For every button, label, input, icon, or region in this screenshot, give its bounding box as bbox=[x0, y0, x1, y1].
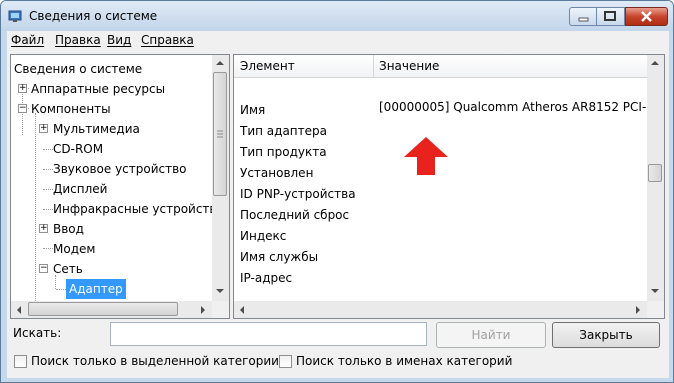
column-header-value[interactable]: Значение bbox=[379, 59, 439, 73]
tree-item-infrared[interactable]: Инфракрасные устройства bbox=[53, 199, 224, 219]
menu-help[interactable]: Справка bbox=[141, 33, 194, 47]
tree-item-sound-device[interactable]: Звуковое устройство bbox=[53, 159, 187, 179]
list-row-adapter-type[interactable]: Тип адаптера bbox=[240, 121, 327, 141]
details-list[interactable]: Элемент Значение Имя [00000005] Qualcomm… bbox=[233, 54, 665, 319]
tree-item-components[interactable]: Компоненты bbox=[31, 99, 111, 119]
tree-item-input[interactable]: Ввод bbox=[53, 219, 84, 239]
tree-scroll-thumb[interactable] bbox=[213, 72, 227, 196]
list-row-pnp-id[interactable]: ID PNP-устройства bbox=[240, 184, 356, 204]
find-button[interactable]: Найти bbox=[436, 322, 546, 348]
list-value-name[interactable]: [00000005] Qualcomm Atheros AR8152 PCI-E… bbox=[379, 100, 647, 114]
close-icon bbox=[641, 11, 652, 22]
scrollbar-corner bbox=[212, 301, 229, 318]
menu-bar: Файл Правка Вид Справка bbox=[7, 31, 669, 51]
scroll-right-arrow-icon[interactable] bbox=[201, 306, 205, 314]
title-bar[interactable]: Сведения о системе bbox=[1, 1, 673, 31]
tree-connector bbox=[56, 289, 66, 290]
tree-hscroll-thumb[interactable] bbox=[28, 302, 178, 316]
tree-vertical-scrollbar[interactable] bbox=[212, 55, 229, 301]
system-info-app-icon bbox=[8, 10, 22, 22]
scroll-down-arrow-icon[interactable] bbox=[651, 289, 659, 293]
grip-icon bbox=[217, 130, 223, 138]
maximize-icon bbox=[604, 11, 616, 21]
tree-item-modem[interactable]: Модем bbox=[53, 239, 95, 259]
search-selected-category-checkbox[interactable] bbox=[14, 355, 27, 368]
main-content: Сведения о системе + Аппаратные ресурсы … bbox=[7, 51, 669, 378]
list-scroll-thumb[interactable] bbox=[648, 164, 662, 182]
scroll-right-arrow-icon[interactable] bbox=[636, 306, 640, 314]
list-row-index[interactable]: Индекс bbox=[240, 226, 286, 246]
tree-item-adapter[interactable]: Адаптер bbox=[66, 279, 126, 299]
search-input[interactable] bbox=[110, 322, 427, 346]
menu-file[interactable]: Файл bbox=[11, 33, 44, 47]
list-row-ip-address[interactable]: IP-адрес bbox=[240, 268, 292, 288]
maximize-button[interactable] bbox=[597, 7, 625, 26]
scroll-left-arrow-icon[interactable] bbox=[240, 306, 244, 314]
list-row-last-reset[interactable]: Последний сброс bbox=[240, 205, 349, 225]
tree-connector bbox=[43, 189, 53, 190]
red-pointer-arrow-icon bbox=[404, 137, 448, 175]
scroll-down-arrow-icon[interactable] bbox=[216, 289, 224, 293]
menu-view[interactable]: Вид bbox=[107, 33, 131, 47]
window-title: Сведения о системе bbox=[29, 9, 158, 23]
search-category-names-label[interactable]: Поиск только в именах категорий bbox=[296, 354, 512, 368]
scrollbar-corner bbox=[647, 301, 664, 318]
tree-expand-plus-icon[interactable]: + bbox=[39, 224, 48, 233]
system-info-window: Сведения о системе Файл Правка Вид Справ… bbox=[0, 0, 674, 383]
tree-item-display[interactable]: Дисплей bbox=[53, 179, 107, 199]
list-header: Элемент Значение bbox=[234, 55, 647, 78]
minimize-icon bbox=[578, 17, 589, 22]
tree-connector bbox=[43, 248, 53, 249]
tree-expand-plus-icon[interactable]: + bbox=[18, 84, 27, 93]
tree-connector bbox=[43, 209, 53, 210]
search-category-names-checkbox[interactable] bbox=[279, 355, 292, 368]
tree-connector bbox=[35, 113, 36, 318]
tree-expand-plus-icon[interactable]: + bbox=[39, 124, 48, 133]
list-row-installed[interactable]: Установлен bbox=[240, 163, 313, 183]
scroll-up-arrow-icon[interactable] bbox=[216, 61, 224, 65]
list-row-product-type[interactable]: Тип продукта bbox=[240, 142, 327, 162]
search-selected-category-label[interactable]: Поиск только в выделенной категории bbox=[31, 354, 279, 368]
list-row-service-name[interactable]: Имя службы bbox=[240, 247, 318, 267]
scroll-up-arrow-icon[interactable] bbox=[651, 61, 659, 65]
search-label: Искать: bbox=[13, 326, 62, 340]
close-button[interactable]: Закрыть bbox=[552, 322, 660, 348]
tree-connector bbox=[43, 169, 53, 170]
tree-item-hardware-resources[interactable]: Аппаратные ресурсы bbox=[31, 79, 165, 99]
tree-item-network[interactable]: Сеть bbox=[53, 259, 83, 279]
menu-edit[interactable]: Правка bbox=[55, 33, 101, 47]
category-tree[interactable]: Сведения о системе + Аппаратные ресурсы … bbox=[10, 54, 230, 319]
tree-horizontal-scrollbar[interactable] bbox=[11, 301, 212, 318]
tree-connector bbox=[43, 149, 53, 150]
list-row-name[interactable]: Имя bbox=[240, 100, 265, 120]
tree-item-multimedia[interactable]: Мультимедиа bbox=[53, 119, 140, 139]
tree-collapse-minus-icon[interactable]: − bbox=[18, 104, 27, 113]
list-vertical-scrollbar[interactable] bbox=[647, 55, 664, 301]
tree-item-cdrom[interactable]: CD-ROM bbox=[53, 139, 103, 159]
close-window-button[interactable] bbox=[625, 7, 668, 26]
minimize-button[interactable] bbox=[569, 7, 597, 26]
column-divider[interactable] bbox=[373, 55, 374, 77]
tree-item-system-summary[interactable]: Сведения о системе bbox=[14, 59, 142, 79]
list-horizontal-scrollbar[interactable] bbox=[234, 301, 647, 318]
column-header-element[interactable]: Элемент bbox=[240, 59, 295, 73]
scroll-left-arrow-icon[interactable] bbox=[17, 306, 21, 314]
tree-collapse-minus-icon[interactable]: − bbox=[39, 264, 48, 273]
